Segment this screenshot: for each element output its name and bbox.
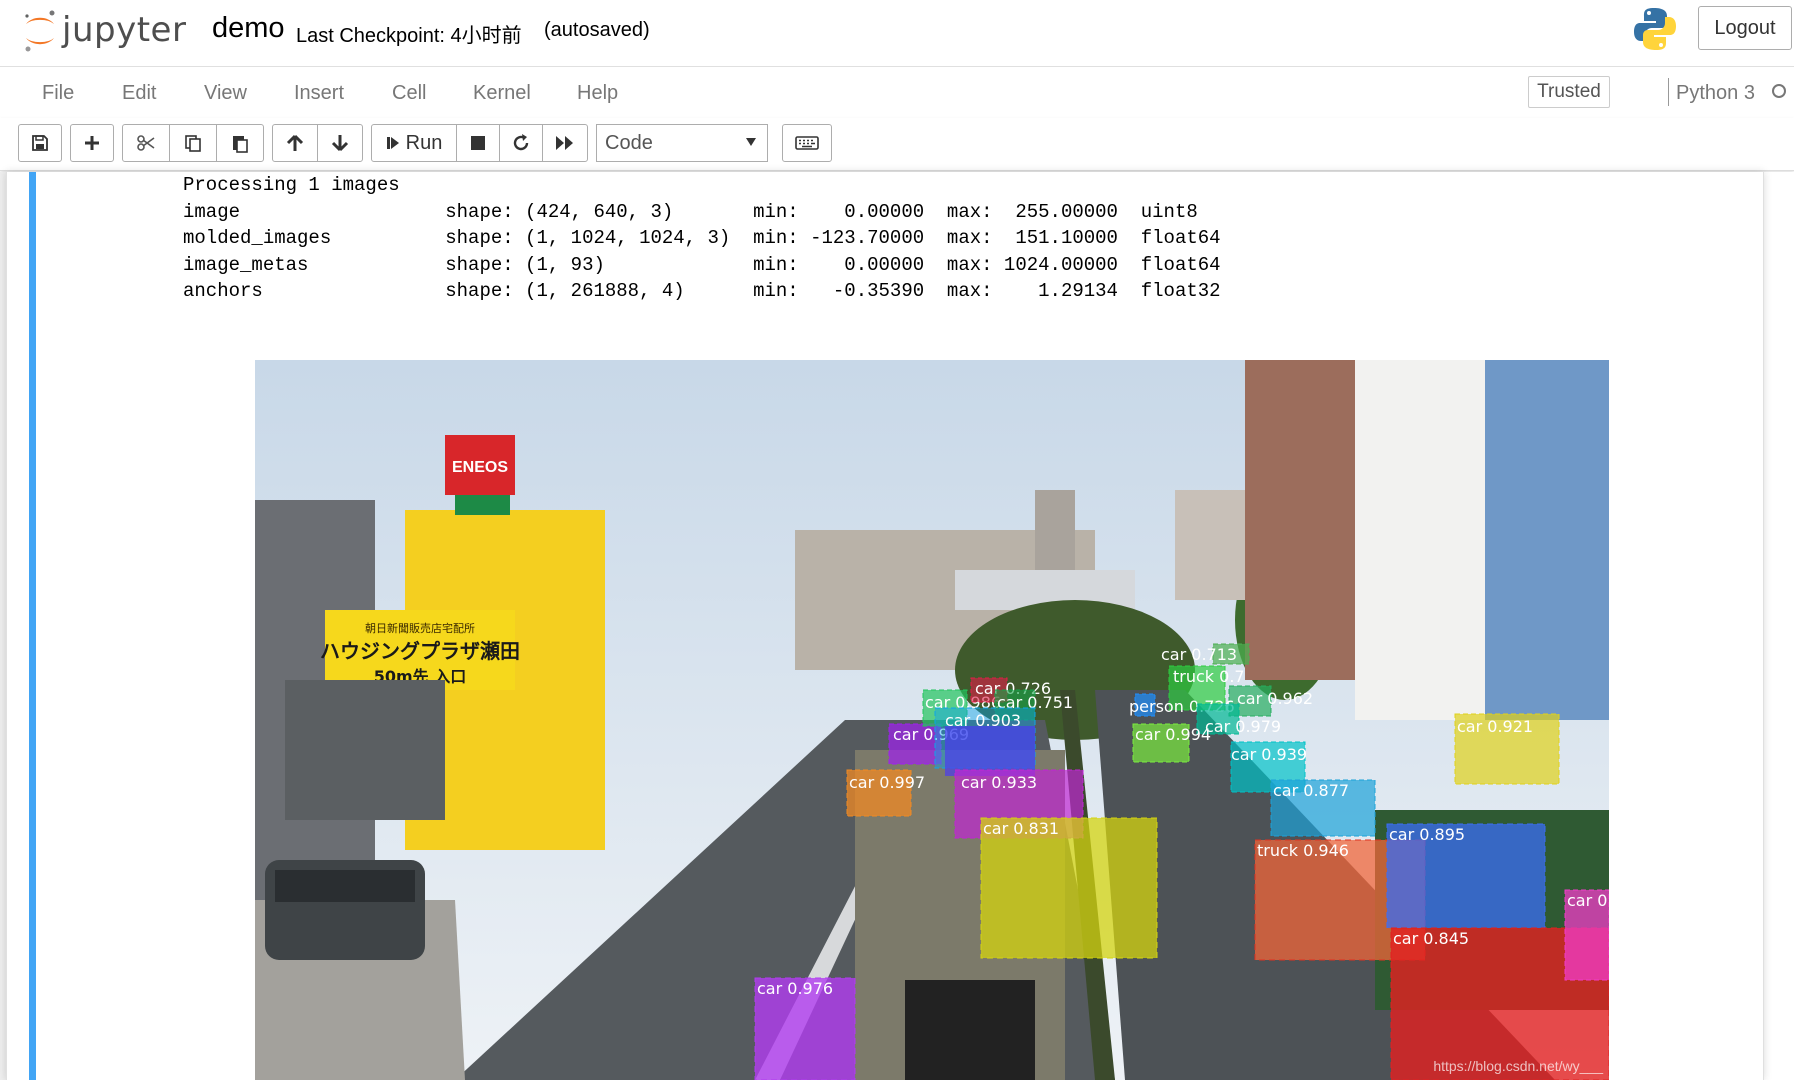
menu-view[interactable]: View — [204, 82, 247, 105]
detection-label: car 0 — [1567, 891, 1607, 910]
insert-cell-button[interactable] — [70, 124, 114, 162]
command-palette-button[interactable] — [782, 124, 832, 162]
notebook-name[interactable]: demo — [212, 12, 285, 45]
autosave-status: (autosaved) — [544, 19, 650, 41]
notebook-container: Processing 1 images image shape: (424, 64… — [6, 172, 1764, 1080]
detection-label: truck 0.946 — [1257, 841, 1349, 860]
detection-label: car 0.997 — [849, 773, 925, 792]
copy-icon — [185, 135, 201, 152]
detection-label: car 0.831 — [983, 819, 1059, 838]
output-line: Processing 1 images — [183, 174, 400, 196]
menu-kernel[interactable]: Kernel — [473, 82, 531, 105]
detection-label: car 0.933 — [961, 773, 1037, 792]
detection-label: car 0.877 — [1273, 781, 1349, 800]
output-line: image shape: (424, 640, 3) min: 0.00000 … — [183, 200, 1198, 223]
brick-building — [1245, 360, 1355, 680]
run-label: Run — [405, 131, 443, 154]
menu-edit[interactable]: Edit — [122, 82, 156, 105]
menu-insert[interactable]: Insert — [294, 82, 344, 105]
selected-cell-indicator — [29, 172, 36, 1080]
paste-button[interactable] — [216, 124, 264, 162]
menubar: File Edit View Insert Cell Kernel Help T… — [0, 68, 1794, 119]
save-icon — [32, 135, 48, 151]
restart-button[interactable] — [499, 124, 543, 162]
detection-label: car 0.921 — [1457, 717, 1533, 736]
eneos-sign-text: ENEOS — [452, 459, 508, 476]
detection-label: car 0.903 — [945, 711, 1021, 730]
interrupt-button[interactable] — [456, 124, 500, 162]
jupyter-logo-icon — [25, 10, 55, 52]
toolbar: Run Code — [0, 118, 1794, 171]
detection-label: car 0.994 — [1135, 725, 1211, 744]
step-forward-icon — [386, 137, 399, 149]
python-logo-icon — [1632, 6, 1678, 57]
fast-forward-icon — [556, 136, 573, 150]
output-line: anchors shape: (1, 261888, 4) min: -0.35… — [183, 280, 1221, 302]
kernel-separator — [1668, 78, 1669, 106]
watermark: https://blog.csdn.net/wy___ — [1433, 1058, 1603, 1074]
arrow-down-icon — [331, 135, 349, 152]
cell-type-select[interactable]: Code — [596, 124, 768, 162]
run-button[interactable]: Run — [371, 124, 457, 162]
cut-button[interactable] — [122, 124, 170, 162]
menu-help[interactable]: Help — [577, 82, 618, 105]
kernel-name[interactable]: Python 3 — [1676, 82, 1755, 105]
trusted-indicator[interactable]: Trusted — [1528, 76, 1610, 108]
move-down-button[interactable] — [317, 124, 363, 162]
stop-icon — [471, 136, 485, 150]
menu-cell[interactable]: Cell — [392, 82, 426, 105]
street-scene: ENEOS 朝日新聞販売店宅配所 ハウジングプラザ瀬田 50m先 入口 car … — [255, 360, 1609, 1080]
detection-result-image: ENEOS 朝日新聞販売店宅配所 ハウジングプラザ瀬田 50m先 入口 car … — [255, 360, 1609, 1080]
header: jupyter demo Last Checkpoint: 4小时前 (auto… — [0, 0, 1794, 67]
detection-label: car 0.976 — [757, 979, 833, 998]
detection-label: car 0.845 — [1393, 929, 1469, 948]
logo-text: jupyter — [62, 10, 187, 50]
glass-building — [1485, 360, 1609, 720]
jupyter-logo[interactable]: jupyter — [22, 8, 186, 52]
detection-label: car 0.713 — [1161, 645, 1237, 664]
menu-file[interactable]: File — [42, 82, 74, 105]
copy-button[interactable] — [169, 124, 217, 162]
logout-button[interactable]: Logout — [1698, 6, 1792, 50]
detection-label: car 0.979 — [1205, 717, 1281, 736]
notebook-page: Processing 1 images image shape: (424, 64… — [0, 172, 1794, 1080]
chevron-down-icon — [746, 138, 756, 146]
billboard-main-text: ハウジングプラザ瀬田 — [320, 639, 520, 663]
cell-type-value: Code — [605, 131, 653, 154]
output-line: image_metas shape: (1, 93) min: 0.00000 … — [183, 253, 1221, 276]
cell-output-text: Processing 1 images image shape: (424, 64… — [183, 172, 1221, 305]
billboard-top-text: 朝日新聞販売店宅配所 — [365, 621, 475, 635]
checkpoint-status: Last Checkpoint: 4小时前 — [296, 25, 522, 47]
output-line: molded_images shape: (1, 1024, 1024, 3) … — [183, 227, 1221, 249]
kernel-idle-icon — [1772, 84, 1786, 98]
arrow-up-icon — [286, 134, 304, 151]
detection-label: car 0.895 — [1389, 825, 1465, 844]
keyboard-icon — [795, 136, 819, 150]
cut-icon — [137, 135, 155, 151]
paste-icon — [233, 136, 248, 153]
restart-icon — [513, 134, 529, 151]
detection-label: truck 0.7 — [1173, 667, 1245, 686]
restart-run-all-button[interactable] — [542, 124, 588, 162]
detection-label: car 0.962 — [1237, 689, 1313, 708]
plus-icon — [85, 136, 99, 150]
detection-label: car 0.939 — [1231, 745, 1307, 764]
save-button[interactable] — [18, 124, 62, 162]
move-up-button[interactable] — [272, 124, 318, 162]
